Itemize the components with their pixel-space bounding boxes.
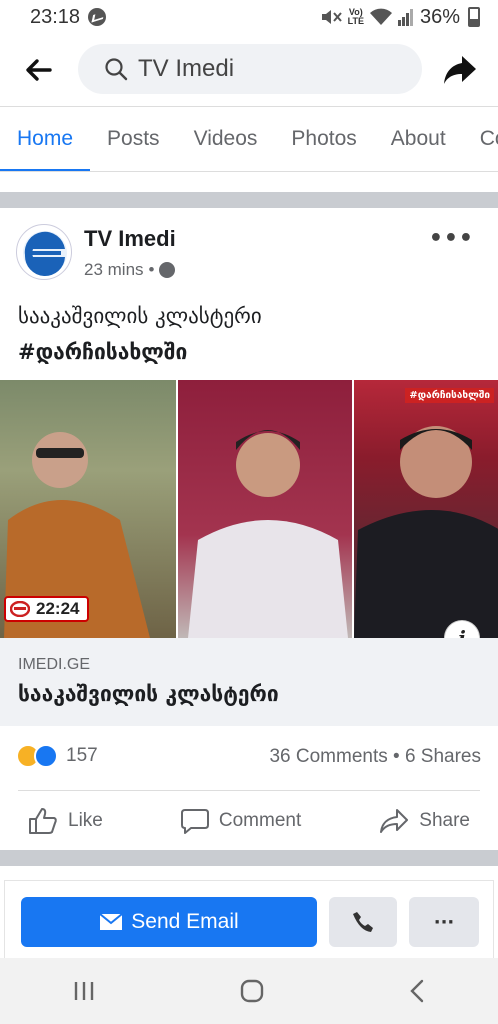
imedi-logo-icon [23,231,67,277]
wifi-icon [369,8,392,25]
like-button[interactable]: Like [18,807,113,835]
link-preview[interactable]: IMEDI.GE სააკაშვილის კლასტერი [0,638,498,726]
recent-apps-icon[interactable] [72,980,96,1002]
tab-home[interactable]: Home [0,107,91,171]
imedi-badge-icon [10,601,30,617]
share-icon [380,808,409,833]
comment-label: Comment [218,809,302,831]
page-name[interactable]: TV Imedi [84,226,176,252]
share-arrow-icon[interactable] [442,52,478,88]
more-actions-button[interactable]: ··· [409,897,479,947]
page-cta-card: Send Email ··· [4,880,494,958]
battery-percent: 36% [419,5,460,28]
back-arrow-icon[interactable] [24,56,52,84]
video-time: 22:24 [36,599,80,618]
tab-about[interactable]: About [374,107,463,171]
section-divider [0,850,498,866]
like-reaction-icon [34,744,58,768]
tab-posts[interactable]: Posts [90,107,177,171]
globe-icon [159,262,176,278]
messenger-icon [88,8,107,26]
volte-indicator: Vo) LTE [347,7,364,26]
person-silhouette [188,430,348,638]
back-nav-icon[interactable] [408,978,426,1004]
call-button[interactable] [329,897,397,947]
search-icon [105,58,128,81]
like-label: Like [68,809,103,831]
status-bar: 23:18 Vo) LTE 36% [0,0,498,34]
thumbs-up-icon [29,807,57,834]
envelope-icon [99,913,123,930]
tab-community[interactable]: Co [463,107,498,171]
search-row [0,42,498,98]
comment-button[interactable]: Comment [171,808,311,834]
link-title: სააკაშვილის კლასტერი [18,682,279,706]
system-nav-bar [0,958,498,1024]
page-tabs: Home Posts Videos Photos About Co [0,106,498,172]
status-time: 23:18 [30,5,81,28]
send-email-button[interactable]: Send Email [21,897,317,947]
video-time-badge: 22:24 [4,596,90,622]
home-nav-icon[interactable] [239,978,265,1004]
tab-photos[interactable]: Photos [274,107,373,171]
search-bar[interactable] [78,44,422,94]
post-time[interactable]: 23 mins [84,260,144,280]
image-panel-right: #დარჩისახლში [352,380,498,638]
send-email-label: Send Email [131,910,239,933]
person-silhouette [354,426,498,638]
tab-videos[interactable]: Videos [177,107,275,171]
share-button[interactable]: Share [369,808,480,834]
meta-separator: • [148,260,155,279]
reactions-summary[interactable]: 157 [16,744,98,768]
post-meta: 23 mins • [84,260,176,280]
link-domain: IMEDI.GE [18,656,91,673]
page-avatar[interactable] [16,224,72,280]
battery-icon [468,7,480,27]
post-text: სააკაშვილის კლასტერი [18,304,262,328]
share-label: Share [419,809,470,831]
hashtag-overlay: #დარჩისახლში [405,388,494,403]
image-panel-middle [176,380,352,638]
post-hashtag[interactable]: #დარჩისახლში [18,340,187,364]
post-actions: Like Comment Share [18,790,480,850]
more-options-icon[interactable]: ••• [429,226,474,251]
image-panel-left: 22:24 [0,380,176,638]
mute-icon [321,10,342,24]
signal-icon [397,9,413,26]
status-icons: Vo) LTE 36% [320,6,480,29]
post-stats: 157 36 Comments • 6 Shares [0,740,498,776]
post-image[interactable]: 22:24 #დარჩისახლში [0,380,498,638]
section-divider [0,192,498,208]
phone-icon [353,912,373,932]
comments-shares-count[interactable]: 36 Comments • 6 Shares [269,746,481,768]
comment-icon [180,808,209,834]
reactions-count: 157 [66,745,98,766]
search-input[interactable] [138,55,388,83]
